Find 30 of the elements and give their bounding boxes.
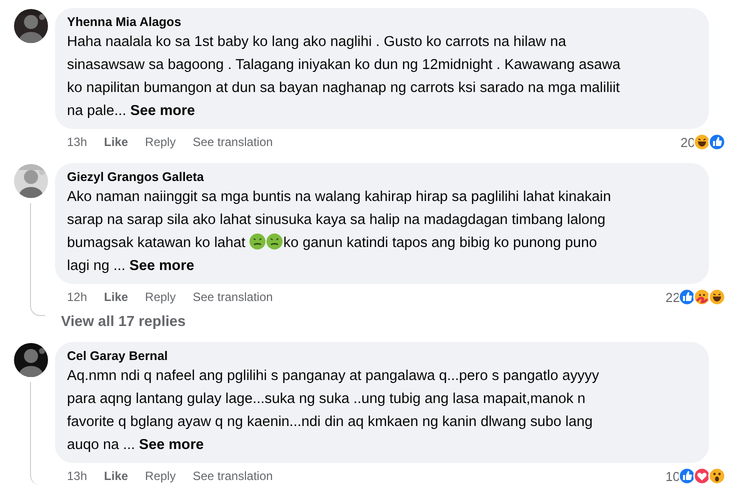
- like-reaction-icon[interactable]: [678, 467, 696, 485]
- like-link[interactable]: Like: [104, 135, 128, 149]
- comment-text: Aq.nmn ndi q nafeel ang pglilihi s panganay at pangalawa q...pero s pangatlo ayyyy para aqng lantang gulay lage...suka ng suka ..ung tubig ang lasa mapait,manok n favorite q bglang ayaw q ng kaenin...ndi din aq kmkaen ng kanin dlwang subo lang auqo na ... See more: [67, 367, 600, 455]
- reply-link[interactable]: Reply: [145, 135, 176, 149]
- like-link[interactable]: Like: [104, 469, 128, 483]
- see-translation-link[interactable]: See translation: [192, 290, 273, 304]
- sick-face-icon: [266, 233, 284, 250]
- hugging-face-icon[interactable]: [693, 288, 711, 306]
- reply-link[interactable]: Reply: [145, 290, 176, 304]
- comment-text: Ako naman naiinggit sa mga buntis na walang kahirap hirap sa paglilihi lahat kinakain sarap na sarap sila ako lahat sinusuka kaya sa halip na madagdagan timbang lalong bumagsak katawan ko lahat ko ganun katindi tapos ang bibig ko punong puno lagi ng ... See more: [67, 188, 612, 276]
- reply-link[interactable]: Reply: [145, 469, 176, 483]
- author-name[interactable]: Giezyl Grangos Galleta: [67, 169, 697, 185]
- view-replies-link[interactable]: View all 17 replies: [61, 314, 186, 330]
- like-link[interactable]: Like: [104, 290, 128, 304]
- author-name[interactable]: Yhenna Mia Alagos: [67, 14, 697, 30]
- author-name[interactable]: Cel Garay Bernal: [67, 348, 697, 364]
- comment-text: Haha naalala ko sa 1st baby ko lang ako naglihi . Gusto ko carrots na hilaw na sinasawsaw sa bagoong . Talagang iniyakan ko dun ng 12midnight . Kawawang asawa ko napilitan bumangon at dun sa bayan naghanap ng carrots ksi sarado na mga maliliit na pale... See more: [67, 33, 622, 121]
- sick-face-icon: [249, 233, 266, 250]
- timestamp[interactable]: 13h: [67, 469, 88, 483]
- like-reaction-icon[interactable]: [678, 288, 696, 306]
- laughing-face-icon[interactable]: [693, 133, 711, 151]
- timestamp[interactable]: 13h: [67, 135, 88, 149]
- reaction-count[interactable]: 22: [666, 290, 680, 304]
- timestamp[interactable]: 12h: [67, 290, 88, 304]
- surprised-face-icon[interactable]: [708, 467, 726, 485]
- heart-reaction-icon[interactable]: [693, 467, 711, 485]
- see-translation-link[interactable]: See translation: [192, 469, 273, 483]
- laughing-face-icon[interactable]: [708, 288, 726, 306]
- see-translation-link[interactable]: See translation: [192, 135, 273, 149]
- like-reaction-icon[interactable]: [708, 133, 726, 151]
